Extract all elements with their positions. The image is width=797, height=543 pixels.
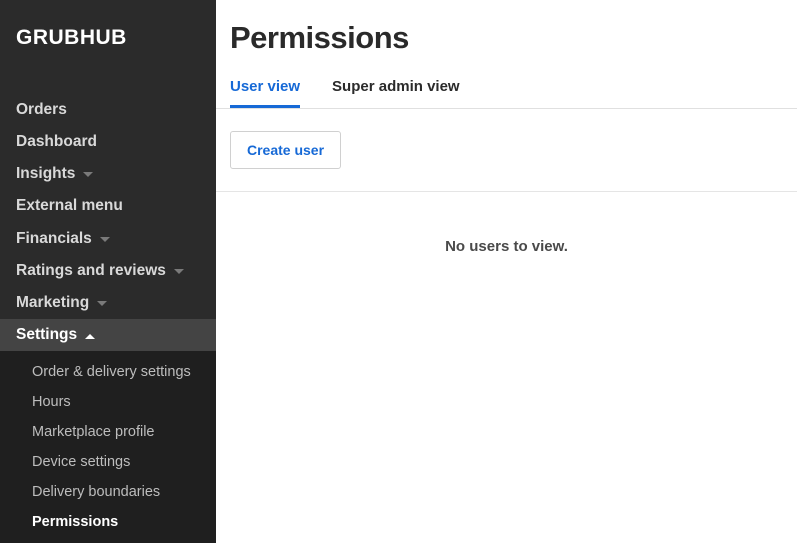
sidebar-item-dashboard[interactable]: Dashboard — [0, 126, 216, 158]
tab-bar: User view Super admin view — [230, 78, 781, 108]
toolbar: Create user — [216, 109, 797, 192]
page-header: Permissions User view Super admin view — [216, 0, 797, 109]
subnav-delivery-boundaries[interactable]: Delivery boundaries — [0, 477, 216, 507]
subnav-permissions[interactable]: Permissions — [0, 507, 216, 537]
sidebar-item-external-menu[interactable]: External menu — [0, 190, 216, 222]
sidebar-item-insights[interactable]: Insights — [0, 158, 216, 190]
sidebar-item-ratings-reviews[interactable]: Ratings and reviews — [0, 255, 216, 287]
sidebar-item-financials[interactable]: Financials — [0, 223, 216, 255]
brand-logo: GRUBHUB — [0, 0, 216, 64]
sidebar: GRUBHUB Orders Dashboard Insights Extern… — [0, 0, 216, 537]
sidebar-item-label: Marketing — [16, 293, 89, 313]
main-content: Permissions User view Super admin view C… — [216, 0, 797, 537]
empty-state-text: No users to view. — [216, 238, 797, 255]
tab-user-view[interactable]: User view — [230, 78, 300, 108]
sidebar-item-settings[interactable]: Settings — [0, 319, 216, 351]
tab-super-admin-view[interactable]: Super admin view — [332, 78, 460, 108]
sidebar-item-label: Settings — [16, 325, 77, 345]
sidebar-item-label: Orders — [16, 100, 67, 120]
subnav-marketplace-profile[interactable]: Marketplace profile — [0, 417, 216, 447]
create-user-button[interactable]: Create user — [230, 131, 341, 169]
subnav-hours[interactable]: Hours — [0, 387, 216, 417]
chevron-down-icon — [97, 301, 107, 307]
sidebar-item-label: Financials — [16, 229, 92, 249]
sidebar-item-label: Ratings and reviews — [16, 261, 166, 281]
subnav-order-delivery-settings[interactable]: Order & delivery settings — [0, 357, 216, 387]
page-title: Permissions — [230, 20, 781, 56]
sidebar-item-label: Insights — [16, 164, 75, 184]
chevron-up-icon — [85, 333, 95, 339]
sidebar-item-orders[interactable]: Orders — [0, 94, 216, 126]
chevron-down-icon — [83, 172, 93, 178]
subnav-device-settings[interactable]: Device settings — [0, 447, 216, 477]
chevron-down-icon — [100, 237, 110, 243]
chevron-down-icon — [174, 269, 184, 275]
settings-subnav: Order & delivery settings Hours Marketpl… — [0, 351, 216, 543]
sidebar-item-marketing[interactable]: Marketing — [0, 287, 216, 319]
sidebar-item-label: External menu — [16, 196, 123, 216]
primary-nav: Orders Dashboard Insights External menu … — [0, 94, 216, 543]
sidebar-item-label: Dashboard — [16, 132, 97, 152]
